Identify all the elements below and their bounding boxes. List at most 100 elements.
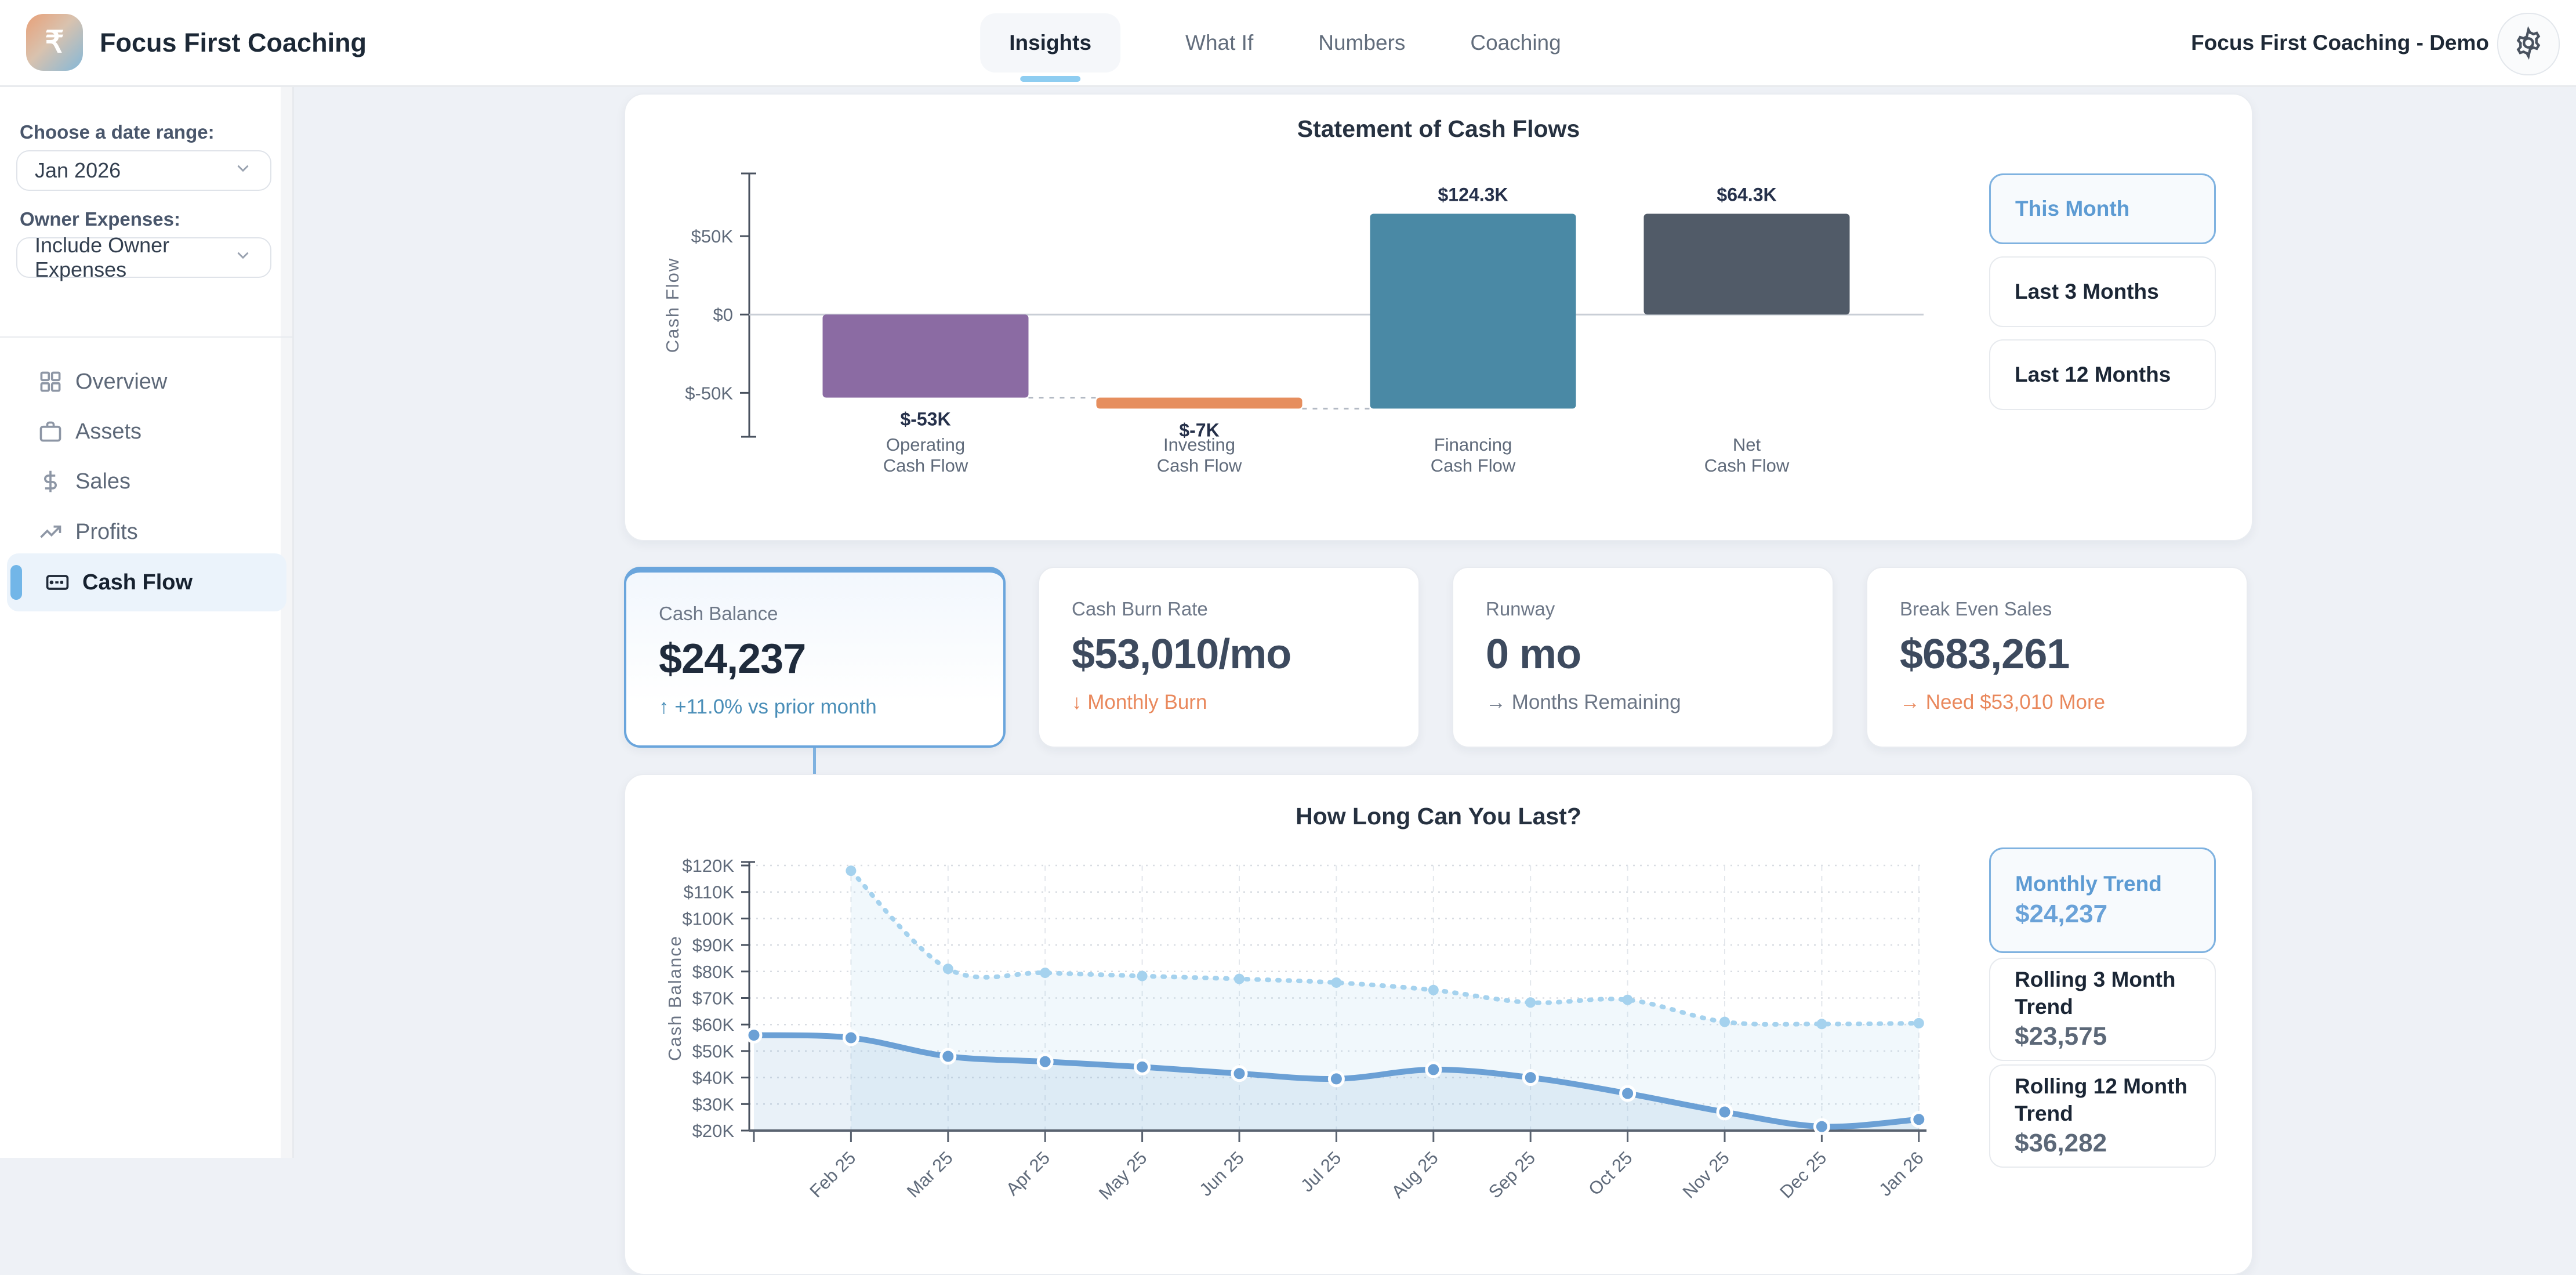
kpi-card-break-even-sales[interactable]: Break Even Sales $683,261 → Need $53,010… [1866, 567, 2248, 748]
kpi-value: $683,261 [1900, 631, 2247, 678]
tab-coaching[interactable]: Coaching [1470, 31, 1561, 55]
kpi-value: $24,237 [659, 635, 1003, 683]
period-button-this-month[interactable]: This Month [1989, 173, 2216, 244]
sidebar-scrollbar[interactable] [281, 85, 292, 1158]
kpi-value: 0 mo [1486, 631, 1833, 678]
briefcase-icon [37, 418, 64, 445]
svg-text:$50K: $50K [691, 226, 734, 247]
trend-button-value: $24,237 [2015, 898, 2214, 930]
svg-text:May 25: May 25 [1095, 1147, 1151, 1204]
settings-button[interactable] [2497, 13, 2560, 75]
svg-text:$90K: $90K [692, 935, 735, 955]
date-range-select[interactable]: Jan 2026 [16, 150, 271, 191]
chevron-down-icon [233, 158, 253, 183]
sidebar-divider [0, 336, 292, 338]
svg-text:Mar 25: Mar 25 [903, 1147, 957, 1201]
tab-insights[interactable]: Insights [980, 13, 1120, 73]
kpi-delta: → Need $53,010 More [1900, 691, 2247, 714]
svg-text:Oct 25: Oct 25 [1584, 1147, 1636, 1199]
owner-expenses-label: Owner Expenses: [20, 208, 180, 230]
svg-text:$100K: $100K [682, 908, 734, 929]
grid-icon [37, 368, 64, 395]
svg-text:$-53K: $-53K [900, 408, 950, 429]
svg-text:$124.3K: $124.3K [1438, 184, 1508, 205]
trend-button-value: $36,282 [2015, 1127, 2215, 1159]
owner-expenses-value: Include Owner Expenses [35, 233, 233, 282]
app-title: Focus First Coaching [100, 0, 367, 85]
svg-text:Dec 25: Dec 25 [1776, 1147, 1830, 1202]
rupee-glyph: ₹ [45, 25, 64, 60]
sidebar-item-label: Overview [75, 370, 167, 394]
svg-text:Apr 25: Apr 25 [1002, 1147, 1054, 1199]
svg-text:Net: Net [1733, 434, 1761, 455]
date-range-value: Jan 2026 [35, 158, 121, 183]
svg-text:$50K: $50K [692, 1041, 735, 1062]
svg-text:Cash Flow: Cash Flow [1431, 455, 1516, 476]
kpi-delta: ↑ +11.0% vs prior month [659, 696, 1003, 719]
svg-text:$60K: $60K [692, 1015, 735, 1035]
period-button-label: This Month [2015, 195, 2214, 222]
dollar-icon [37, 468, 64, 495]
svg-text:Feb 25: Feb 25 [806, 1147, 859, 1201]
sidebar-item-sales[interactable]: Sales [0, 457, 292, 506]
how-long-can-you-last-card: How Long Can You Last? $20K$30K$40K$50K$… [624, 774, 2253, 1275]
svg-text:$40K: $40K [692, 1068, 735, 1088]
svg-text:$80K: $80K [692, 962, 735, 982]
sidebar-item-label: Cash Flow [82, 570, 193, 595]
sidebar-item-assets[interactable]: Assets [0, 407, 292, 457]
main-nav-tabs: Insights What If Numbers Coaching [980, 0, 1561, 85]
svg-text:Cash Flow: Cash Flow [1704, 455, 1790, 476]
svg-text:$120K: $120K [682, 856, 734, 876]
svg-text:Nov 25: Nov 25 [1679, 1147, 1733, 1202]
cash-flow-icon [44, 569, 71, 596]
svg-text:$-50K: $-50K [685, 383, 733, 403]
kpi-value: $53,010/mo [1072, 631, 1418, 678]
chevron-down-icon [233, 245, 253, 270]
sidebar-item-label: Sales [75, 469, 130, 494]
sidebar-item-label: Assets [75, 419, 142, 444]
trend-button-label: Rolling 12 Month Trend [2015, 1073, 2215, 1127]
sidebar-item-label: Profits [75, 520, 138, 545]
sidebar: Choose a date range: Jan 2026 Owner Expe… [0, 85, 294, 1158]
trend-button-rolling-3-month[interactable]: Rolling 3 Month Trend $23,575 [1989, 958, 2216, 1061]
svg-text:Sep 25: Sep 25 [1485, 1147, 1539, 1202]
svg-text:$20K: $20K [692, 1121, 735, 1141]
kpi-card-cash-balance[interactable]: Cash Balance $24,237 ↑ +11.0% vs prior m… [624, 567, 1006, 748]
kpi-delta: → Months Remaining [1486, 691, 1833, 714]
trend-button-rolling-12-month[interactable]: Rolling 12 Month Trend $36,282 [1989, 1064, 2216, 1168]
trend-button-monthly[interactable]: Monthly Trend $24,237 [1989, 847, 2216, 953]
kpi-label: Cash Burn Rate [1072, 598, 1418, 620]
svg-text:$0: $0 [713, 305, 733, 325]
tab-what-if[interactable]: What If [1185, 31, 1253, 55]
svg-text:$64.3K: $64.3K [1717, 184, 1776, 205]
svg-text:Financing: Financing [1434, 434, 1512, 455]
kpi-label: Runway [1486, 598, 1833, 620]
kpi-card-cash-burn-rate[interactable]: Cash Burn Rate $53,010/mo ↓ Monthly Burn [1038, 567, 1420, 748]
active-accent-bar [10, 565, 22, 600]
trend-up-icon [37, 519, 64, 545]
period-button-last-3-months[interactable]: Last 3 Months [1989, 256, 2216, 327]
svg-text:Cash Flow: Cash Flow [662, 258, 683, 353]
svg-text:$70K: $70K [692, 988, 735, 1009]
svg-text:Jun 25: Jun 25 [1195, 1147, 1248, 1200]
kpi-label: Cash Balance [659, 603, 1003, 625]
svg-text:Cash Flow: Cash Flow [1157, 455, 1242, 476]
svg-text:Jan 26: Jan 26 [1875, 1147, 1928, 1200]
kpi-delta: ↓ Monthly Burn [1072, 691, 1418, 714]
owner-expenses-select[interactable]: Include Owner Expenses [16, 237, 271, 278]
kpi-card-runway[interactable]: Runway 0 mo → Months Remaining [1452, 567, 1834, 748]
sidebar-item-cash-flow[interactable]: Cash Flow [7, 553, 286, 611]
svg-text:$30K: $30K [692, 1094, 735, 1114]
date-range-label: Choose a date range: [20, 121, 215, 143]
trend-button-label: Monthly Trend [2015, 871, 2214, 897]
svg-text:Jul 25: Jul 25 [1297, 1147, 1345, 1196]
tab-numbers[interactable]: Numbers [1318, 31, 1405, 55]
svg-text:Cash Flow: Cash Flow [883, 455, 968, 476]
sidebar-item-profits[interactable]: Profits [0, 507, 292, 557]
sidebar-item-overview[interactable]: Overview [0, 357, 292, 407]
svg-text:$110K: $110K [684, 882, 735, 903]
period-button-label: Last 3 Months [2015, 278, 2215, 305]
trend-button-value: $23,575 [2015, 1020, 2215, 1052]
statement-of-cash-flows-card: Statement of Cash Flows $50K$0$-50KCash … [624, 93, 2253, 541]
period-button-last-12-months[interactable]: Last 12 Months [1989, 339, 2216, 410]
